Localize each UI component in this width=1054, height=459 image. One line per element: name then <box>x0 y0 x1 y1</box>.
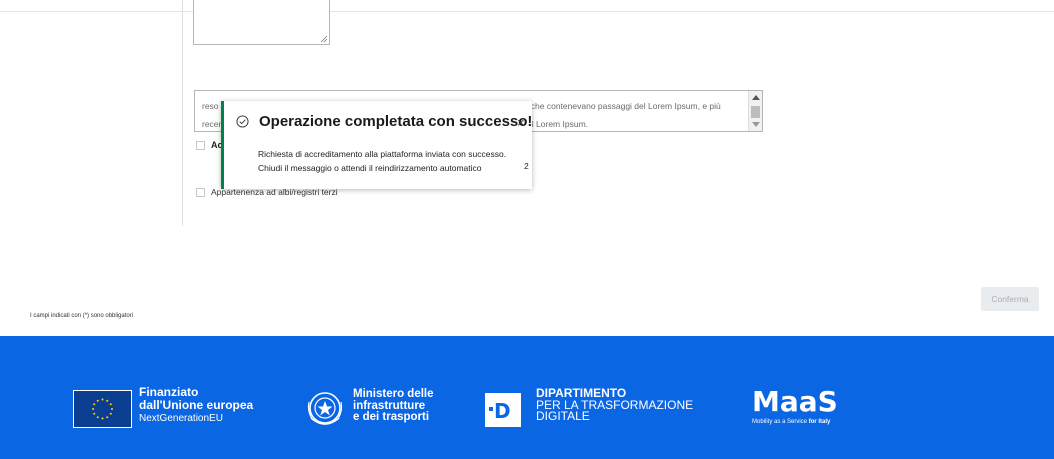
top-divider <box>0 11 1054 12</box>
maas-tagline: Mobility as a Service for Italy <box>752 419 830 425</box>
accept-checkbox[interactable] <box>196 140 205 150</box>
eu-line3: NextGenerationEU <box>139 413 223 424</box>
toast-message-line1: Richiesta di accreditamento alla piattaf… <box>258 149 507 159</box>
toast-message: Richiesta di accreditamento alla piattaf… <box>258 147 506 175</box>
scroll-thumb[interactable] <box>751 106 760 118</box>
redirect-countdown: 2 <box>524 161 529 171</box>
dtd-logo-dot <box>489 407 493 411</box>
notes-textarea[interactable] <box>193 0 330 45</box>
dtd-logo-letter: D <box>494 399 511 423</box>
maas-tagline-suffix: for Italy <box>808 419 831 425</box>
resize-grip-icon[interactable] <box>320 35 328 43</box>
toast-header: Operazione completata con successo! <box>236 113 532 130</box>
dtd-line3: DIGITALE <box>536 409 590 423</box>
mit-line3: e dei trasporti <box>353 411 430 423</box>
dtd-text: DIPARTIMENTO PER LA TRASFORMAZIONE DIGIT… <box>536 387 693 423</box>
toast-message-line2: Chiudi il messaggio o attendi il reindir… <box>258 163 482 173</box>
italian-republic-emblem-icon <box>307 392 343 425</box>
form-left-divider <box>182 0 183 226</box>
eu-line2: dall'Unione europea <box>139 398 254 412</box>
page: reso popolare, negli anni '60, con la di… <box>0 0 1054 459</box>
eu-funding-text: Finanziato dall'Unione europea NextGener… <box>139 386 253 425</box>
toast-title: Operazione completata con successo! <box>259 113 533 130</box>
maas-tagline-prefix: Mobility as a Service <box>752 419 808 425</box>
required-fields-note: I campi indicati con (*) sono obbligator… <box>30 313 134 319</box>
check-circle-icon <box>236 115 249 128</box>
albi-checkbox[interactable] <box>196 187 205 197</box>
close-icon[interactable]: × <box>517 116 525 129</box>
dtd-logo-icon: D <box>485 393 521 427</box>
mit-line1: Ministero delle <box>353 388 434 400</box>
eu-flag-icon <box>73 390 132 428</box>
confirm-button[interactable]: Conferma <box>981 287 1039 311</box>
maas-wordmark: MaaS <box>752 385 838 418</box>
scroll-down-arrow-icon[interactable] <box>752 122 760 127</box>
maas-logo: MaaS Mobility as a Service for Italy <box>752 387 860 431</box>
success-toast: Operazione completata con successo! × Ri… <box>221 101 532 189</box>
description-scrollbar[interactable] <box>748 91 762 131</box>
accept-checkbox-row[interactable]: Ac <box>196 140 223 150</box>
ministry-text: Ministero delle infrastrutture e dei tra… <box>353 388 434 424</box>
scroll-up-arrow-icon[interactable] <box>752 95 760 100</box>
